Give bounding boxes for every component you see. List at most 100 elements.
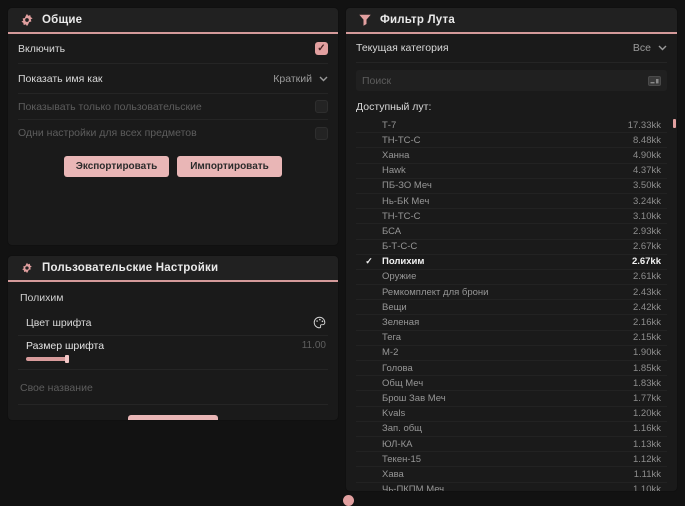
loot-item-row[interactable]: ЮЛ-КА 1.13kk [356,437,667,453]
loot-item-row[interactable]: ПБ-ЗО Меч 3.50kk [356,179,667,194]
loot-item-name: ТН-ТС-С [382,210,421,222]
loot-item-row[interactable]: Общ Меч 1.83kk [356,376,667,392]
custom-name-row: Свое название [18,370,328,405]
loot-item-row[interactable]: Брош Зав Меч 1.77kk [356,391,667,407]
font-size-value: 11.00 [301,340,326,351]
loot-item-row[interactable]: М-2 1.90kk [356,346,667,361]
loot-item-value: 17.33kk [627,119,661,131]
enable-label: Включить [18,42,66,55]
loot-item-row[interactable]: ТН-ТС-С 3.10kk [356,209,667,225]
scrollbar-thumb[interactable] [673,119,676,128]
loot-item-name: ПБ-ЗО Меч [382,180,432,192]
category-value: Все [632,42,651,54]
loot-item-name: Оружие [382,271,417,283]
loot-item-row[interactable]: Чь-ПКПМ Меч 1.10kk [356,483,667,491]
delete-button[interactable]: Удалить [128,415,218,420]
category-label: Текущая категория [356,42,449,54]
slider-handle[interactable] [65,355,69,363]
palette-icon[interactable] [313,316,326,329]
same-settings-label: Одни настройки для всех предметов [18,127,197,139]
selected-item-name: Полихим [20,292,64,304]
custom-settings-header: Пользовательские Настройки [8,256,338,282]
font-size-slider[interactable] [26,355,69,363]
loot-item-name: Хава [382,468,404,480]
loot-item-row[interactable]: Текен-15 1.12kk [356,452,667,468]
loot-list: Т-7 17.33kk ТН-ТС-С 8.48kk Ханна 4.90kk Hawk 4.… [346,118,677,491]
custom-settings-panel: Пользовательские Настройки Полихим Цвет … [8,256,338,420]
loot-item-name: Текен-15 [382,453,422,465]
loot-item-value: 3.24kk [633,195,661,207]
loot-item-row[interactable]: Hawk 4.37kk [356,164,667,179]
name-mode-label: Показать имя как [18,72,103,85]
category-dropdown[interactable]: Все [633,42,667,54]
loot-item-name: Зеленая [382,317,420,329]
loot-item-value: 1.83kk [633,377,661,389]
loot-item-value: 2.67kk [631,256,661,268]
loot-item-name: Голова [382,362,413,374]
loot-item-name: Полихим [382,256,425,268]
setting-row-only-custom: Показывать только пользовательские [18,94,328,120]
setting-row-name-mode: Показать имя как Краткий [18,64,328,94]
export-import-row: Экспортировать Импортировать [18,156,328,177]
only-custom-label: Показывать только пользовательские [18,100,202,113]
loot-item-row[interactable]: Зеленая 2.16kk [356,315,667,331]
loot-item-row[interactable]: ✓ Полихим 2.67kk [356,255,667,270]
loot-item-name: Hawk [382,165,406,177]
available-loot-label: Доступный лут: [356,101,432,113]
loot-item-name: Нь-БК Меч [382,195,430,207]
general-panel: Общие Включить ✓ Показать имя как Кратки… [8,8,338,245]
loot-item-row[interactable]: Kvals 1.20kk [356,407,667,422]
search-options-icon[interactable] [648,75,661,86]
same-settings-checkbox[interactable] [315,126,328,140]
delete-row: Удалить [18,415,328,420]
custom-settings-title: Пользовательские Настройки [42,262,219,274]
loot-filter-header: Фильтр Лута [346,8,677,34]
loot-item-row[interactable]: Хава 1.11kk [356,467,667,483]
loot-item-name: Kvals [382,408,406,420]
custom-name-input[interactable]: Свое название [20,382,93,394]
gear-icon [20,13,34,27]
only-custom-checkbox[interactable] [315,100,328,113]
loot-item-value: 3.10kk [633,210,661,222]
loot-item-value: 2.43kk [633,286,661,298]
loot-item-name: Ханна [382,149,410,161]
setting-row-same-settings: Одни настройки для всех предметов [18,120,328,146]
loot-item-row[interactable]: Ремкомплект для брони 2.43kk [356,285,667,301]
loot-item-value: 4.90kk [633,149,661,161]
loot-item-row[interactable]: Вещи 2.42kk [356,300,667,316]
category-row: Текущая категория Все [356,34,667,63]
font-size-row: Размер шрифта 11.00 [18,336,328,370]
check-icon: ✓ [365,256,373,267]
loot-item-row[interactable]: Нь-БК Меч 3.24kk [356,194,667,210]
export-button[interactable]: Экспортировать [64,156,169,177]
loot-item-row[interactable]: Оружие 2.61kk [356,270,667,286]
chevron-down-icon [658,45,667,51]
loot-item-value: 1.90kk [633,347,661,359]
name-mode-value: Краткий [273,72,312,85]
loot-item-name: Т-7 [382,119,397,131]
enable-checkbox[interactable]: ✓ [315,42,328,55]
font-size-label: Размер шрифта [26,340,105,352]
loot-item-value: 2.42kk [633,301,661,313]
loot-item-row[interactable]: БСА 2.93kk [356,224,667,240]
loot-item-name: ТН-ТС-С [382,134,421,146]
user-settings-icon [20,261,34,275]
loot-item-row[interactable]: Зап. общ 1.16kk [356,422,667,437]
loot-item-value: 2.61kk [633,271,661,283]
corner-accent [343,495,354,506]
search-input[interactable]: Поиск [356,70,667,91]
loot-item-name: Общ Меч [382,377,424,389]
font-color-row[interactable]: Цвет шрифта [18,310,328,336]
loot-item-row[interactable]: Тега 2.15kk [356,331,667,346]
loot-item-row[interactable]: ТН-ТС-С 8.48kk [356,133,667,149]
import-button[interactable]: Импортировать [177,156,282,177]
name-mode-dropdown[interactable]: Краткий [273,73,328,85]
loot-item-value: 2.16kk [633,317,661,329]
loot-item-row[interactable]: Т-7 17.33kk [356,118,667,134]
loot-item-row[interactable]: Голова 1.85kk [356,361,667,377]
search-placeholder: Поиск [362,74,392,87]
loot-item-row[interactable]: Б-Т-С-С 2.67kk [356,240,667,255]
loot-item-row[interactable]: Ханна 4.90kk [356,148,667,164]
general-panel-title: Общие [42,14,83,26]
loot-filter-title: Фильтр Лута [380,14,455,26]
